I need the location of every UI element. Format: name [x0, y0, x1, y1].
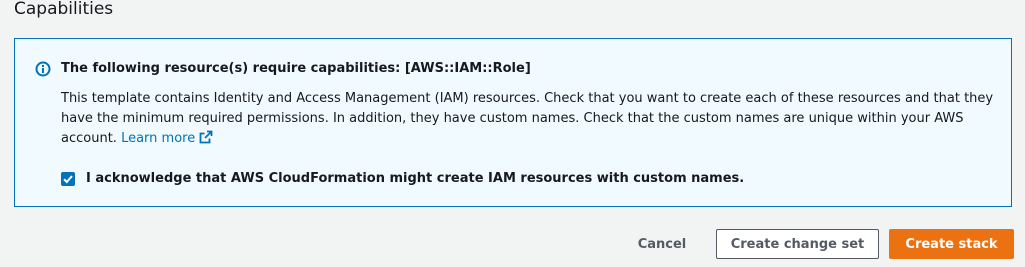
external-link-icon[interactable] [199, 130, 213, 144]
alert-heading: The following resource(s) require capabi… [61, 61, 531, 76]
info-icon [35, 61, 51, 77]
create-change-set-button[interactable]: Create change set [716, 229, 879, 259]
create-stack-button[interactable]: Create stack [889, 229, 1014, 259]
acknowledge-row: I acknowledge that AWS CloudFormation mi… [61, 171, 744, 186]
capabilities-page: Capabilities The following resource(s) r… [0, 0, 1025, 267]
acknowledge-label[interactable]: I acknowledge that AWS CloudFormation mi… [86, 171, 744, 186]
capabilities-info-alert: The following resource(s) require capabi… [14, 38, 1012, 207]
alert-body: This template contains Identity and Acce… [61, 89, 1001, 149]
acknowledge-checkbox[interactable] [61, 171, 75, 186]
cancel-button[interactable]: Cancel [624, 229, 700, 259]
form-actions: Cancel Create change set Create stack [0, 229, 1025, 259]
learn-more-link[interactable]: Learn more [121, 131, 195, 146]
section-title: Capabilities [14, 0, 114, 19]
checkmark-icon [63, 174, 73, 183]
